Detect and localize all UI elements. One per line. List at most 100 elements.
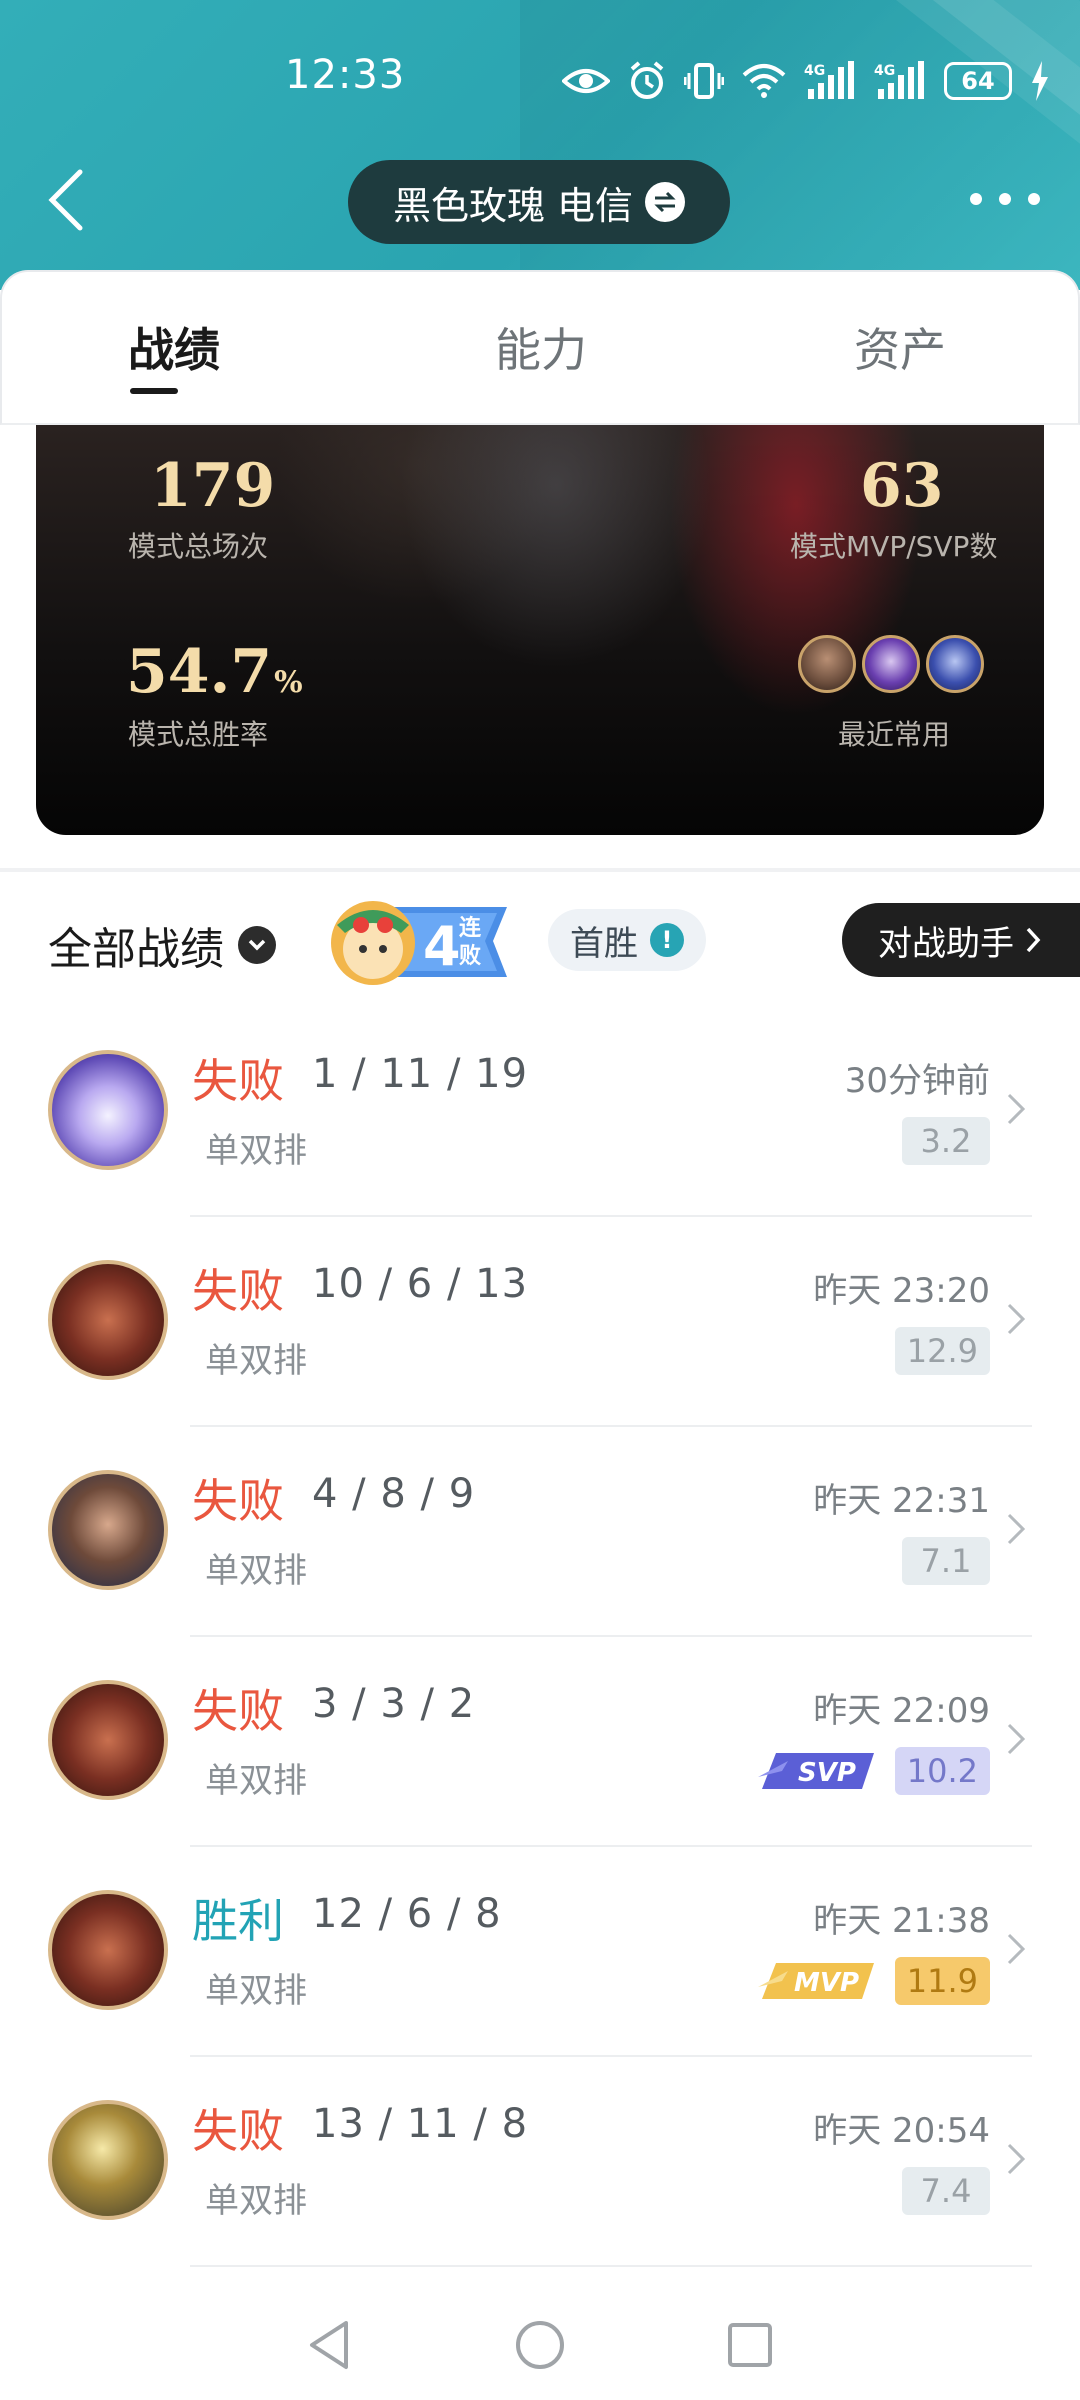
hero-avatar bbox=[48, 1260, 168, 1380]
more-dot-icon bbox=[999, 193, 1011, 205]
match-score: 11.9 bbox=[894, 1957, 990, 2005]
total-matches-value: 179 bbox=[150, 451, 276, 521]
svg-text:4G: 4G bbox=[804, 63, 825, 79]
tab-ability[interactable]: 能力 bbox=[495, 314, 587, 380]
match-kda: 4 / 8 / 9 bbox=[312, 1471, 476, 1517]
hero-avatar bbox=[48, 1680, 168, 1800]
mvp-count-value: 63 bbox=[860, 451, 944, 521]
tab-bar: 战绩 能力 资产 bbox=[0, 270, 1080, 425]
record-filter-dropdown[interactable]: 全部战绩 bbox=[48, 913, 276, 977]
hero-avatar bbox=[48, 1050, 168, 1170]
svg-text:4G: 4G bbox=[874, 63, 895, 79]
match-score: 7.1 bbox=[902, 1537, 990, 1585]
status-bar: 12:33 4G 4G 64 bbox=[0, 40, 1080, 120]
match-row[interactable]: 失败 4 / 8 / 9 单双排 昨天 22:31 7.1 bbox=[0, 1427, 1080, 1637]
match-mode: 单双排 bbox=[205, 1341, 307, 1381]
losing-streak-badge: 4 连 败 bbox=[331, 901, 507, 985]
wifi-icon bbox=[742, 64, 786, 98]
recent-heroes-label: 最近常用 bbox=[838, 718, 951, 751]
header-bar: 12:33 4G 4G 64 黑色玫瑰 电信 bbox=[0, 0, 1080, 290]
chevron-right-icon bbox=[1007, 1513, 1026, 1545]
signal-4g-icon: 4G bbox=[874, 61, 924, 99]
chevron-left-icon bbox=[48, 169, 83, 231]
hero-avatar bbox=[48, 1890, 168, 2010]
system-navigation-bar bbox=[0, 2290, 1080, 2400]
account-switcher[interactable]: 黑色玫瑰 电信 bbox=[348, 160, 730, 244]
mvp-badge-icon: MVP bbox=[758, 1963, 874, 1999]
match-mode: 单双排 bbox=[205, 1131, 307, 1171]
match-time: 30分钟前 bbox=[844, 1061, 990, 1101]
match-kda: 10 / 6 / 13 bbox=[312, 1261, 529, 1307]
chevron-right-icon bbox=[1007, 1093, 1026, 1125]
nav-back-icon[interactable] bbox=[306, 2319, 354, 2371]
match-score: 7.4 bbox=[902, 2167, 990, 2215]
svp-badge-label: SVP bbox=[798, 1758, 856, 1788]
total-matches-label: 模式总场次 bbox=[128, 530, 269, 563]
match-time: 昨天 23:20 bbox=[813, 1271, 990, 1311]
tab-records[interactable]: 战绩 bbox=[128, 314, 220, 380]
record-filter-label: 全部战绩 bbox=[48, 924, 224, 975]
match-row[interactable]: 胜利 12 / 6 / 8 单双排 昨天 21:38 MVP 11.9 bbox=[0, 1847, 1080, 2057]
match-result: 失败 bbox=[192, 1054, 284, 1108]
win-rate-unit: % bbox=[274, 665, 303, 700]
first-win-button[interactable]: 首胜 ! bbox=[548, 909, 706, 971]
recent-heroes bbox=[798, 635, 984, 693]
battle-assistant-button[interactable]: 对战助手 bbox=[842, 903, 1080, 977]
status-time: 12:33 bbox=[285, 52, 406, 98]
match-kda: 13 / 11 / 8 bbox=[312, 2101, 529, 2147]
back-button[interactable] bbox=[40, 168, 100, 232]
match-row[interactable]: 失败 10 / 6 / 13 单双排 昨天 23:20 12.9 bbox=[0, 1217, 1080, 1427]
battery-icon: 64 bbox=[944, 62, 1012, 100]
match-row[interactable]: 失败 3 / 3 / 2 单双排 昨天 22:09 SVP 10.2 bbox=[0, 1637, 1080, 1847]
switch-icon bbox=[645, 182, 686, 222]
eye-icon bbox=[562, 69, 610, 93]
hero-avatar bbox=[48, 1470, 168, 1590]
alarm-icon bbox=[630, 61, 664, 99]
match-time: 昨天 21:38 bbox=[813, 1901, 990, 1941]
hero-avatar bbox=[798, 635, 856, 693]
nav-home-icon[interactable] bbox=[514, 2319, 566, 2371]
match-time: 昨天 22:09 bbox=[813, 1691, 990, 1731]
chevron-right-icon bbox=[1026, 927, 1041, 953]
match-mode: 单双排 bbox=[205, 2181, 307, 2221]
mvp-badge-label: MVP bbox=[794, 1968, 859, 1998]
hero-avatar bbox=[862, 635, 920, 693]
row-divider bbox=[190, 2265, 1032, 2267]
streak-text-2: 败 bbox=[459, 944, 481, 969]
hero-avatar bbox=[926, 635, 984, 693]
info-icon: ! bbox=[650, 923, 684, 957]
chevron-right-icon bbox=[1007, 1723, 1026, 1755]
match-mode: 单双排 bbox=[205, 1971, 307, 2011]
match-result: 失败 bbox=[192, 1684, 284, 1738]
charging-icon bbox=[1032, 61, 1048, 101]
tab-assets[interactable]: 资产 bbox=[854, 314, 946, 380]
battery-level: 64 bbox=[961, 67, 995, 95]
streak-number: 4 bbox=[423, 915, 461, 978]
section-divider bbox=[0, 868, 1080, 872]
battle-assistant-label: 对战助手 bbox=[878, 923, 1014, 964]
status-icons: 4G 4G 64 bbox=[562, 56, 1050, 106]
match-kda: 12 / 6 / 8 bbox=[312, 1891, 502, 1937]
match-row[interactable]: 失败 1 / 11 / 19 单双排 30分钟前 3.2 bbox=[0, 1007, 1080, 1217]
nav-row: 黑色玫瑰 电信 bbox=[0, 150, 1080, 250]
filter-row: 全部战绩 4 连 败 首胜 ! 对战助手 bbox=[0, 895, 1080, 985]
match-kda: 3 / 3 / 2 bbox=[312, 1681, 476, 1727]
match-time: 昨天 22:31 bbox=[813, 1481, 990, 1521]
match-row[interactable]: 失败 13 / 11 / 8 单双排 昨天 20:54 7.4 bbox=[0, 2057, 1080, 2267]
win-rate-value: 54.7% bbox=[126, 637, 303, 707]
vibrate-icon bbox=[684, 63, 724, 99]
chevron-right-icon bbox=[1007, 1933, 1026, 1965]
more-dot-icon bbox=[970, 193, 982, 205]
stats-card[interactable]: 179 模式总场次 63 模式MVP/SVP数 54.7% 模式总胜率 最近常用 bbox=[36, 425, 1044, 835]
more-dot-icon bbox=[1028, 193, 1040, 205]
match-kda: 1 / 11 / 19 bbox=[312, 1051, 529, 1097]
signal-4g-icon: 4G bbox=[804, 61, 854, 99]
nav-recents-icon[interactable] bbox=[726, 2321, 774, 2369]
more-options-button[interactable] bbox=[970, 184, 1040, 214]
hero-avatar bbox=[48, 2100, 168, 2220]
win-rate-label: 模式总胜率 bbox=[128, 718, 269, 751]
svp-badge-icon: SVP bbox=[758, 1753, 874, 1789]
match-score: 3.2 bbox=[902, 1117, 990, 1165]
match-mode: 单双排 bbox=[205, 1761, 307, 1801]
match-time: 昨天 20:54 bbox=[813, 2111, 990, 2151]
